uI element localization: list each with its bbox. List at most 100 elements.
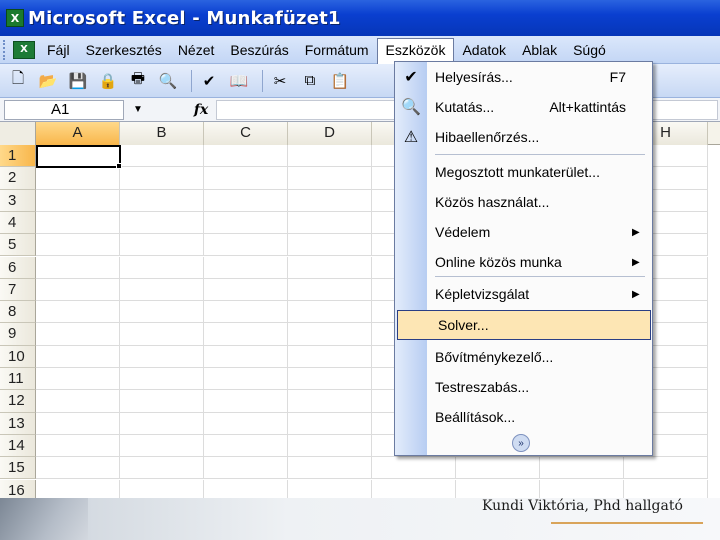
cell-d12[interactable]: [288, 390, 372, 413]
cell-a11[interactable]: [36, 368, 120, 391]
row-header-15[interactable]: 15: [0, 457, 36, 480]
insert-function-icon[interactable]: fx: [186, 100, 216, 120]
cell-a2[interactable]: [36, 167, 120, 190]
save-icon[interactable]: 💾: [66, 69, 90, 93]
column-header-a[interactable]: A: [36, 122, 120, 145]
cell-a8[interactable]: [36, 301, 120, 324]
cut-icon[interactable]: ✂: [268, 69, 292, 93]
cell-b10[interactable]: [120, 345, 204, 368]
cell-d3[interactable]: [288, 189, 372, 212]
row-header-3[interactable]: 3: [0, 189, 36, 212]
cell-d9[interactable]: [288, 323, 372, 346]
cell-e15[interactable]: [372, 457, 456, 480]
cell-d1[interactable]: [288, 145, 372, 168]
menu-formatum[interactable]: Formátum: [297, 38, 377, 62]
menu-item-kutatas[interactable]: 🔍 Kutatás... Alt+kattintás: [395, 92, 652, 122]
cell-b3[interactable]: [120, 189, 204, 212]
spelling-icon[interactable]: ✔: [197, 69, 221, 93]
cell-b15[interactable]: [120, 457, 204, 480]
cell-a4[interactable]: [36, 211, 120, 235]
cell-d4[interactable]: [288, 211, 372, 235]
cell-c15[interactable]: [204, 457, 288, 480]
column-header-d[interactable]: D: [288, 122, 372, 145]
active-cell-a1[interactable]: [36, 145, 121, 168]
row-header-9[interactable]: 9: [0, 323, 36, 346]
excel-app-icon[interactable]: X: [6, 9, 24, 27]
cell-d6[interactable]: [288, 256, 372, 279]
menu-item-megosztott-munkaterulet[interactable]: Megosztott munkaterület...: [395, 157, 652, 187]
cell-c1[interactable]: [204, 145, 288, 168]
paste-icon[interactable]: 📋: [328, 69, 352, 93]
row-header-7[interactable]: 7: [0, 278, 36, 302]
row-header-8[interactable]: 8: [0, 301, 36, 324]
cell-d2[interactable]: [288, 167, 372, 190]
cell-d14[interactable]: [288, 434, 372, 458]
menu-fajl[interactable]: Fájl: [39, 38, 78, 62]
cell-c12[interactable]: [204, 390, 288, 413]
menu-adatok[interactable]: Adatok: [454, 38, 514, 62]
cell-b16[interactable]: [120, 479, 204, 498]
name-box[interactable]: A1: [4, 99, 124, 120]
cell-c16[interactable]: [204, 479, 288, 498]
menu-item-kozos-hasznalat[interactable]: Közös használat...: [395, 187, 652, 217]
row-header-13[interactable]: 13: [0, 412, 36, 435]
cell-c9[interactable]: [204, 323, 288, 346]
cell-c3[interactable]: [204, 189, 288, 212]
expand-menu-icon[interactable]: »: [512, 434, 530, 452]
cell-a15[interactable]: [36, 457, 120, 480]
menu-item-bovitmenykezelo[interactable]: Bővítménykezelő...: [395, 342, 652, 372]
cell-c8[interactable]: [204, 301, 288, 324]
cell-a12[interactable]: [36, 390, 120, 413]
cell-f15[interactable]: [456, 457, 540, 480]
row-header-10[interactable]: 10: [0, 345, 36, 368]
row-header-1[interactable]: 1: [0, 145, 36, 168]
cell-h16[interactable]: [624, 479, 708, 498]
cell-b9[interactable]: [120, 323, 204, 346]
select-all-corner[interactable]: [0, 122, 36, 145]
cell-c11[interactable]: [204, 368, 288, 391]
column-header-b[interactable]: B: [120, 122, 204, 145]
cell-g16[interactable]: [540, 479, 624, 498]
cell-c2[interactable]: [204, 167, 288, 190]
row-header-4[interactable]: 4: [0, 211, 36, 235]
cell-g15[interactable]: [540, 457, 624, 480]
cell-c14[interactable]: [204, 434, 288, 458]
cell-b6[interactable]: [120, 256, 204, 279]
menu-eszkozok[interactable]: Eszközök: [376, 37, 455, 64]
cell-b12[interactable]: [120, 390, 204, 413]
menubar-grip[interactable]: [3, 39, 9, 60]
cell-a14[interactable]: [36, 434, 120, 458]
menu-item-hibaellenorzes[interactable]: ⚠ Hibaellenőrzés...: [395, 122, 652, 152]
cell-d13[interactable]: [288, 412, 372, 435]
cell-a10[interactable]: [36, 345, 120, 368]
column-header-c[interactable]: C: [204, 122, 288, 145]
permission-icon[interactable]: 🔒: [96, 69, 120, 93]
menu-szerkesztes[interactable]: Szerkesztés: [78, 38, 170, 62]
cell-b11[interactable]: [120, 368, 204, 391]
row-header-14[interactable]: 14: [0, 434, 36, 458]
cell-c13[interactable]: [204, 412, 288, 435]
row-header-6[interactable]: 6: [0, 256, 36, 279]
menu-item-solver[interactable]: Solver...: [397, 310, 651, 340]
cell-d15[interactable]: [288, 457, 372, 480]
menu-item-vedelem[interactable]: Védelem ▶: [395, 217, 652, 247]
cell-b2[interactable]: [120, 167, 204, 190]
open-icon[interactable]: 📂: [36, 69, 60, 93]
row-header-11[interactable]: 11: [0, 368, 36, 391]
cell-d16[interactable]: [288, 479, 372, 498]
cell-a7[interactable]: [36, 278, 120, 302]
cell-b5[interactable]: [120, 234, 204, 257]
print-preview-icon[interactable]: 🖶: [126, 69, 150, 93]
new-icon[interactable]: 🗋: [6, 69, 30, 93]
cell-d5[interactable]: [288, 234, 372, 257]
row-header-16[interactable]: 16: [0, 479, 36, 498]
cell-a9[interactable]: [36, 323, 120, 346]
cell-c6[interactable]: [204, 256, 288, 279]
cell-c10[interactable]: [204, 345, 288, 368]
cell-d8[interactable]: [288, 301, 372, 324]
workbook-icon[interactable]: X: [13, 40, 35, 59]
cell-h15[interactable]: [624, 457, 708, 480]
cell-c4[interactable]: [204, 211, 288, 235]
cell-c7[interactable]: [204, 278, 288, 302]
menu-sugo[interactable]: Súgó: [565, 38, 614, 62]
